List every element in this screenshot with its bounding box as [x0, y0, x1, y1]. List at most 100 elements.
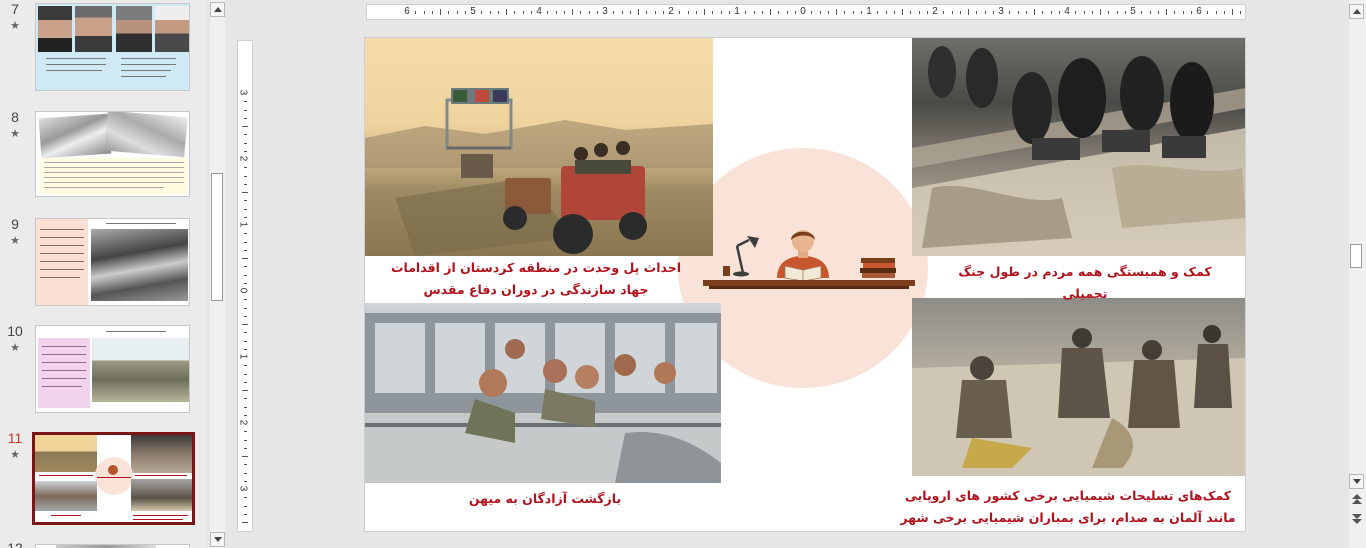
ruler-tick	[968, 9, 969, 15]
ruler-tick	[243, 117, 247, 119]
ruler-tick	[1182, 10, 1184, 14]
ruler-label: 1	[237, 353, 249, 360]
ruler-tick	[778, 10, 780, 14]
ruler-tick	[596, 10, 598, 14]
ruler-tick	[646, 10, 648, 14]
ruler-label: 3	[237, 485, 249, 492]
ruler-tick	[1034, 9, 1035, 15]
ruler-tick	[243, 282, 247, 284]
ruler-tick	[243, 464, 247, 466]
ruler-tick	[1025, 10, 1027, 14]
scroll-down-arrow-icon[interactable]	[1349, 474, 1364, 489]
next-slide-icon[interactable]	[1351, 510, 1363, 524]
ruler-tick	[1223, 10, 1225, 14]
slide-number: 10	[7, 323, 23, 339]
ruler-tick	[242, 456, 248, 457]
scroll-up-arrow-icon[interactable]	[1349, 4, 1364, 19]
ruler-tick	[243, 233, 247, 235]
ruler-tick	[243, 447, 247, 449]
scrollbar-thumb[interactable]	[211, 173, 223, 301]
ruler-tick	[489, 10, 491, 14]
ruler-tick	[243, 134, 247, 136]
ruler-tick	[852, 10, 854, 14]
slide-number: 8	[11, 109, 19, 125]
photo-bridge-tractors	[365, 38, 713, 256]
slide-thumbnail-8[interactable]	[35, 111, 190, 197]
ruler-tick	[638, 9, 639, 15]
ruler-tick	[440, 9, 441, 15]
ruler-tick	[860, 10, 862, 14]
ruler-label: 0	[800, 6, 806, 17]
prev-slide-icon[interactable]	[1351, 492, 1363, 506]
ruler-tick	[893, 10, 895, 14]
slide-thumbnail-9[interactable]	[35, 218, 190, 306]
ruler-tick	[243, 472, 247, 474]
scroll-down-arrow-icon[interactable]	[210, 532, 225, 547]
ruler-tick	[514, 10, 516, 14]
ruler-tick	[1108, 10, 1110, 14]
ruler-label: 6	[1196, 6, 1202, 17]
ruler-tick	[243, 315, 247, 317]
ruler-tick	[497, 10, 499, 14]
ruler-tick	[629, 10, 631, 14]
ruler-tick	[910, 10, 912, 14]
ruler-tick	[728, 10, 730, 14]
star-icon: ★	[10, 341, 20, 354]
ruler-tick	[456, 10, 458, 14]
ruler-tick	[522, 10, 524, 14]
ruler-tick	[243, 183, 247, 185]
thumbnail-scrollbar[interactable]	[210, 0, 225, 548]
photo-chemical-attack	[912, 298, 1245, 476]
ruler-tick	[687, 10, 689, 14]
slide-canvas[interactable]: احداث پل وحدت در منطقه کردستان از اقداما…	[364, 37, 1246, 532]
editor-scrollbar[interactable]	[1349, 0, 1366, 548]
ruler-label: 2	[932, 6, 938, 17]
horizontal-ruler: 6 5 4 3 2 1 0 1 2 3 4 5 6	[366, 4, 1246, 20]
ruler-tick	[786, 10, 788, 14]
ruler-tick	[836, 9, 837, 15]
ruler-tick	[695, 10, 697, 14]
ruler-tick	[243, 340, 247, 342]
ruler-label: 1	[866, 6, 872, 17]
ruler-tick	[613, 10, 615, 14]
star-icon: ★	[10, 19, 20, 32]
ruler-tick	[761, 10, 763, 14]
slide-thumbnail-11[interactable]	[32, 432, 195, 525]
ruler-tick	[243, 307, 247, 309]
scrollbar-thumb[interactable]	[1350, 244, 1362, 268]
ruler-tick	[745, 10, 747, 14]
ruler-tick	[530, 10, 532, 14]
ruler-tick	[448, 10, 450, 14]
slide-thumbnail-10[interactable]	[35, 325, 190, 413]
ruler-tick	[819, 10, 821, 14]
ruler-tick	[243, 414, 247, 416]
ruler-label: 4	[1064, 6, 1070, 17]
ruler-tick	[580, 10, 582, 14]
vertical-ruler: 3 2 1 0 1 2 3	[237, 40, 253, 532]
ruler-tick	[679, 10, 681, 14]
scroll-up-arrow-icon[interactable]	[210, 2, 225, 17]
ruler-label: 2	[237, 155, 249, 162]
ruler-tick	[1141, 10, 1143, 14]
slide-thumbnail-pane: 7 ★ 8 ★ 9 ★ 10 ★ 11 ★ 12	[0, 0, 206, 548]
ruler-tick	[951, 10, 953, 14]
ruler-tick	[1042, 10, 1044, 14]
ruler-tick	[662, 10, 664, 14]
ruler-tick	[1207, 10, 1209, 14]
slide-number: 12	[7, 540, 23, 548]
slide-thumbnail-12[interactable]	[35, 544, 190, 548]
ruler-tick	[243, 497, 247, 499]
slide-thumbnail-7[interactable]	[35, 3, 190, 91]
ruler-tick	[547, 10, 549, 14]
star-icon: ★	[10, 127, 20, 140]
ruler-label: 3	[602, 6, 608, 17]
ruler-tick	[423, 10, 425, 14]
ruler-tick	[243, 365, 247, 367]
ruler-tick	[243, 406, 247, 408]
slide-number: 7	[11, 1, 19, 17]
ruler-tick	[885, 10, 887, 14]
ruler-tick	[1157, 10, 1159, 14]
ruler-tick	[1240, 10, 1242, 14]
ruler-label: 1	[734, 6, 740, 17]
ruler-tick	[506, 9, 507, 15]
